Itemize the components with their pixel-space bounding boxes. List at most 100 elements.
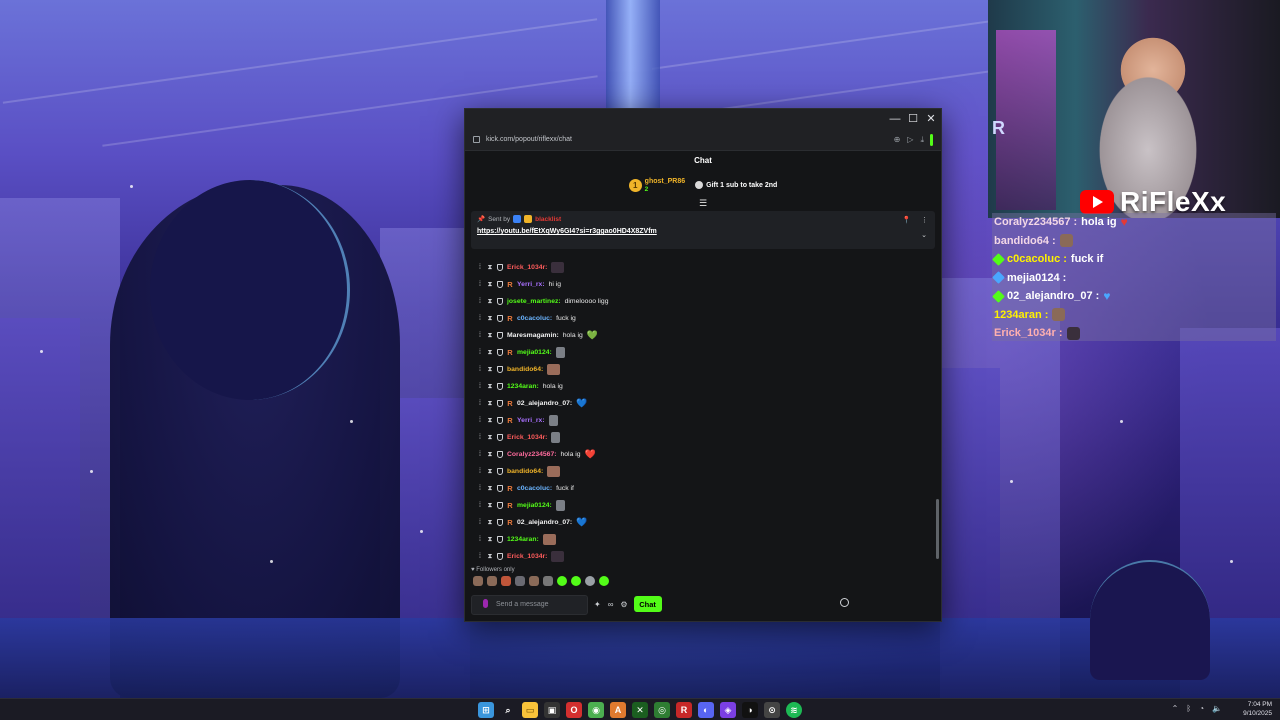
mod-shield-icon[interactable] xyxy=(497,281,503,288)
pin-message-icon[interactable]: ⁞ xyxy=(477,451,483,458)
tip-icon[interactable]: ✦ xyxy=(594,600,601,609)
pin-message-icon[interactable]: ⁞ xyxy=(477,485,483,492)
mod-shield-icon[interactable] xyxy=(497,366,503,373)
app-icon[interactable]: ◈ xyxy=(720,702,736,718)
mod-shield-icon[interactable] xyxy=(497,553,503,560)
timeout-icon[interactable]: ⧗ xyxy=(487,417,493,424)
app-icon[interactable]: ⊙ xyxy=(764,702,780,718)
unpin-icon[interactable]: 📍 xyxy=(902,216,911,224)
emote-button[interactable] xyxy=(543,576,553,586)
timeout-icon[interactable]: ⧗ xyxy=(487,298,493,305)
pin-message-icon[interactable]: ⁞ xyxy=(477,366,483,373)
opera-icon[interactable]: O xyxy=(566,702,582,718)
chat-username[interactable]: mejia0124: xyxy=(517,502,552,509)
chat-username[interactable]: mejia0124: xyxy=(517,349,552,356)
mod-shield-icon[interactable] xyxy=(497,485,503,492)
chat-username[interactable]: 1234aran: xyxy=(507,383,539,390)
mod-shield-icon[interactable] xyxy=(497,383,503,390)
timeout-icon[interactable]: ⧗ xyxy=(487,434,493,441)
pin-message-icon[interactable]: ⁞ xyxy=(477,468,483,475)
pin-message-icon[interactable]: ⁞ xyxy=(477,400,483,407)
mod-shield-icon[interactable] xyxy=(497,536,503,543)
file-explorer-icon[interactable]: ▭ xyxy=(522,702,538,718)
timeout-icon[interactable]: ⧗ xyxy=(487,383,493,390)
mod-shield-icon[interactable] xyxy=(497,400,503,407)
chat-username[interactable]: 1234aran: xyxy=(507,536,539,543)
timeout-icon[interactable]: ⧗ xyxy=(487,451,493,458)
pin-message-icon[interactable]: ⁞ xyxy=(477,502,483,509)
start-icon[interactable]: ⊞ xyxy=(478,702,494,718)
emote-button[interactable] xyxy=(599,576,609,586)
pin-message-icon[interactable]: ⁞ xyxy=(477,417,483,424)
mod-shield-icon[interactable] xyxy=(497,502,503,509)
site-info-icon[interactable] xyxy=(473,136,480,143)
chat-username[interactable]: 02_alejandro_07: xyxy=(517,400,572,407)
timeout-icon[interactable]: ⧗ xyxy=(487,264,493,271)
gift-sub-button[interactable]: Gift 1 sub to take 2nd xyxy=(695,181,777,189)
timeout-icon[interactable]: ⧗ xyxy=(487,536,493,543)
mic-icon[interactable] xyxy=(483,599,488,609)
pinned-link[interactable]: https://youtu.be/fEtXqWy6GI4?si=r3ggao0H… xyxy=(477,228,929,235)
timeout-icon[interactable]: ⧗ xyxy=(487,400,493,407)
emote-button[interactable] xyxy=(529,576,539,586)
timeout-icon[interactable]: ⧗ xyxy=(487,366,493,373)
app-icon[interactable]: ▣ xyxy=(544,702,560,718)
emote-button[interactable] xyxy=(585,576,595,586)
chat-scrollbar[interactable] xyxy=(936,499,939,559)
chevron-down-icon[interactable]: ⌄ xyxy=(921,231,927,239)
mod-shield-icon[interactable] xyxy=(497,315,503,322)
emote-button[interactable] xyxy=(501,576,511,586)
chat-username[interactable]: c0cacoluc: xyxy=(517,485,552,492)
emote-button[interactable] xyxy=(487,576,497,586)
minimize-icon[interactable]: — xyxy=(888,112,902,126)
pin-message-icon[interactable]: ⁞ xyxy=(477,264,483,271)
mod-shield-icon[interactable] xyxy=(497,349,503,356)
clock[interactable]: 7:04 PM 9/10/2025 xyxy=(1243,701,1272,718)
chat-username[interactable]: Erick_1034r: xyxy=(507,434,547,441)
mod-shield-icon[interactable] xyxy=(497,417,503,424)
volume-icon[interactable]: 🔈 xyxy=(1212,704,1222,713)
timeout-icon[interactable]: ⧗ xyxy=(487,315,493,322)
collapse-icon[interactable]: ☰ xyxy=(465,199,941,208)
timeout-icon[interactable]: ⧗ xyxy=(487,281,493,288)
chat-username[interactable]: Maresmagamin: xyxy=(507,332,559,339)
search-icon[interactable]: ⌕ xyxy=(500,702,516,718)
message-input[interactable] xyxy=(471,594,588,615)
pin-message-icon[interactable]: ⁞ xyxy=(477,383,483,390)
app-icon[interactable]: A xyxy=(610,702,626,718)
url-text[interactable]: kick.com/popout/riflexx/chat xyxy=(486,136,894,143)
pinned-sender[interactable]: blacklist xyxy=(535,216,561,223)
chat-username[interactable]: Erick_1034r: xyxy=(507,264,547,271)
emote-button[interactable] xyxy=(571,576,581,586)
mod-shield-icon[interactable] xyxy=(497,434,503,441)
pin-message-icon[interactable]: ⁞ xyxy=(477,349,483,356)
xbox-icon[interactable]: ✕ xyxy=(632,702,648,718)
pin-message-icon[interactable]: ⁞ xyxy=(477,332,483,339)
timeout-icon[interactable]: ⧗ xyxy=(487,553,493,560)
leaderboard-entry[interactable]: 1 ghost_PR86 2 xyxy=(628,178,685,193)
app-icon[interactable]: ◎ xyxy=(654,702,670,718)
timeout-icon[interactable]: ⧗ xyxy=(487,519,493,526)
chat-username[interactable]: Erick_1034r: xyxy=(507,553,547,560)
pin-message-icon[interactable]: ⁞ xyxy=(477,519,483,526)
chat-username[interactable]: bandido64: xyxy=(507,468,543,475)
chat-username[interactable]: bandido64: xyxy=(507,366,543,373)
more-options-icon[interactable]: ⋮ xyxy=(921,216,928,224)
mod-shield-icon[interactable] xyxy=(497,451,503,458)
timeout-icon[interactable]: ⧗ xyxy=(487,485,493,492)
emoji-icon[interactable] xyxy=(840,598,849,608)
address-bar[interactable]: kick.com/popout/riflexx/chat ⊕ ▷ ⤓ xyxy=(465,129,941,151)
pin-message-icon[interactable]: ⁞ xyxy=(477,434,483,441)
discord-icon[interactable]: ◐ xyxy=(698,702,714,718)
mod-shield-icon[interactable] xyxy=(497,468,503,475)
chat-username[interactable]: josete_martinez: xyxy=(507,298,561,305)
chat-username[interactable]: Yerri_rx: xyxy=(517,417,545,424)
link-icon[interactable]: ∞ xyxy=(608,600,614,609)
emote-button[interactable] xyxy=(557,576,567,586)
mod-shield-icon[interactable] xyxy=(497,298,503,305)
send-chat-button[interactable]: Chat xyxy=(633,596,662,612)
mod-shield-icon[interactable] xyxy=(497,332,503,339)
mod-shield-icon[interactable] xyxy=(497,264,503,271)
pin-message-icon[interactable]: ⁞ xyxy=(477,281,483,288)
chevron-up-icon[interactable]: ⌃ xyxy=(1172,704,1179,713)
